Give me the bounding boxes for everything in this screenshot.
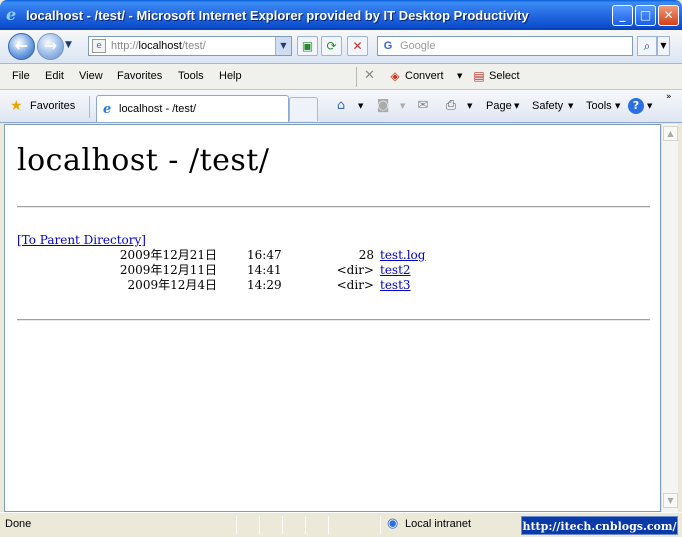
tab-bar: ★ Favorites e localhost - /test/ ⌂ ▼ ◙ ▼… [0, 90, 682, 123]
menu-edit[interactable]: Edit [45, 70, 64, 82]
entry-size: 28 [358, 248, 374, 262]
entry-date: 2009年12月4日 [127, 278, 217, 292]
menu-view[interactable]: View [79, 70, 103, 82]
divider-top [17, 206, 650, 208]
forward-arrow-icon: → [43, 36, 58, 55]
menu-bar: File Edit View Favorites Tools Help ✕ ◈ … [0, 64, 682, 90]
read-mail-icon[interactable]: ✉ [414, 98, 432, 114]
entry-link-test-log[interactable]: test.log [380, 248, 425, 263]
status-bar: Done ◉ Local intranet http://itech.cnblo… [0, 512, 682, 537]
address-bar[interactable]: e http://localhost/test/ ▼ [88, 36, 292, 56]
title-bar[interactable]: e localhost - /test/ - Microsoft Interne… [0, 0, 682, 30]
google-icon: G [383, 40, 393, 52]
window-title: localhost - /test/ - Microsoft Internet … [26, 8, 529, 23]
menu-file[interactable]: File [12, 70, 30, 82]
watermark: http://itech.cnblogs.com/ [521, 516, 678, 535]
vertical-scrollbar[interactable]: ▲ ▼ [661, 124, 678, 512]
home-dropdown-icon[interactable]: ▼ [358, 102, 363, 110]
status-separator [305, 516, 306, 534]
menu-separator [356, 67, 357, 87]
status-text: Done [5, 518, 32, 530]
favorites-button[interactable]: Favorites [30, 100, 75, 112]
address-toolbar: ← → ▼ e http://localhost/test/ ▼ ▣ ⟳ ✕ G… [0, 30, 682, 64]
refresh-icon[interactable]: ⟳ [321, 36, 342, 56]
intranet-zone-icon: ◉ [387, 516, 399, 531]
address-url[interactable]: http://localhost/test/ [111, 40, 206, 52]
recent-pages-dropdown-icon[interactable]: ▼ [65, 40, 72, 50]
tools-menu-button[interactable]: Tools [586, 100, 612, 112]
directory-listing: [To Parent Directory] 2009年12月21日 16:47 … [17, 233, 657, 293]
menu-tools[interactable]: Tools [178, 70, 204, 82]
status-separator [236, 516, 237, 534]
feeds-icon[interactable]: ◙ [374, 98, 392, 114]
menu-help[interactable]: Help [219, 70, 242, 82]
back-button[interactable]: ← [8, 33, 35, 60]
maximize-button[interactable]: □ [635, 5, 656, 26]
entry-time: 14:41 [247, 263, 282, 277]
entry-date: 2009年12月21日 [119, 248, 217, 262]
favorites-star-icon: ★ [10, 98, 23, 114]
stop-icon[interactable]: ✕ [347, 36, 368, 56]
convert-button[interactable]: Convert [405, 70, 444, 82]
help-icon[interactable]: ? [628, 98, 644, 114]
back-arrow-icon: ← [14, 36, 29, 55]
tab-localhost-test[interactable]: e localhost - /test/ [96, 95, 289, 122]
address-dropdown-icon[interactable]: ▼ [275, 37, 291, 55]
page-heading: localhost - /test/ [17, 143, 270, 178]
toolbar-overflow-chevron-icon[interactable]: » [666, 92, 671, 102]
help-dropdown-icon[interactable]: ▼ [647, 102, 652, 110]
page-content: localhost - /test/ [To Parent Directory]… [4, 124, 661, 512]
feeds-dropdown-icon[interactable]: ▼ [400, 102, 405, 110]
new-tab-button[interactable] [289, 97, 318, 121]
close-button[interactable]: ✕ [658, 5, 679, 26]
search-options-dropdown-icon[interactable]: ▼ [657, 36, 670, 56]
security-zone-label[interactable]: Local intranet [405, 518, 471, 530]
entry-time: 14:29 [247, 278, 282, 292]
listing-row: 2009年12月21日 16:47 28 test.log [17, 248, 657, 263]
search-icon[interactable]: ⌕ [637, 36, 657, 56]
status-separator [328, 516, 329, 534]
tab-page-icon: e [103, 102, 112, 117]
entry-date: 2009年12月11日 [119, 263, 217, 277]
entry-time: 16:47 [247, 248, 282, 262]
status-separator [380, 516, 381, 534]
status-separator [282, 516, 283, 534]
parent-directory-link[interactable]: [To Parent Directory] [17, 233, 146, 247]
compatibility-icon[interactable]: ▣ [297, 36, 318, 56]
divider-bottom [17, 319, 650, 321]
print-icon[interactable]: ⎙ [442, 98, 460, 114]
entry-size: <dir> [336, 278, 374, 292]
scroll-up-icon[interactable]: ▲ [663, 126, 678, 141]
entry-link-test3[interactable]: test3 [380, 278, 411, 293]
listing-row: 2009年12月4日 14:29 <dir> test3 [17, 278, 657, 293]
select-pdf-icon: ▤ [473, 69, 485, 83]
page-menu-button[interactable]: Page [486, 100, 512, 112]
home-icon[interactable]: ⌂ [332, 98, 350, 114]
ie-logo-icon: e [6, 5, 17, 24]
status-separator [259, 516, 260, 534]
page-icon: e [92, 39, 106, 53]
menu-favorites[interactable]: Favorites [117, 70, 162, 82]
forward-button[interactable]: → [37, 33, 64, 60]
close-toolbar-icon[interactable]: ✕ [364, 68, 375, 83]
search-input[interactable]: G Google [377, 36, 633, 56]
listing-row: 2009年12月11日 14:41 <dir> test2 [17, 263, 657, 278]
select-button[interactable]: Select [489, 70, 520, 82]
minimize-button[interactable]: _ [612, 5, 633, 26]
tab-separator [89, 96, 90, 118]
page-dropdown-icon[interactable]: ▼ [514, 102, 519, 110]
print-dropdown-icon[interactable]: ▼ [467, 102, 472, 110]
scroll-down-icon[interactable]: ▼ [663, 493, 678, 508]
convert-dropdown-icon[interactable]: ▼ [457, 72, 462, 80]
convert-pdf-icon: ◈ [390, 69, 400, 83]
safety-dropdown-icon[interactable]: ▼ [568, 102, 573, 110]
safety-menu-button[interactable]: Safety [532, 100, 563, 112]
search-placeholder: Google [400, 40, 436, 52]
tab-label: localhost - /test/ [119, 103, 197, 115]
entry-size: <dir> [336, 263, 374, 277]
entry-link-test2[interactable]: test2 [380, 263, 411, 278]
tools-dropdown-icon[interactable]: ▼ [615, 102, 620, 110]
